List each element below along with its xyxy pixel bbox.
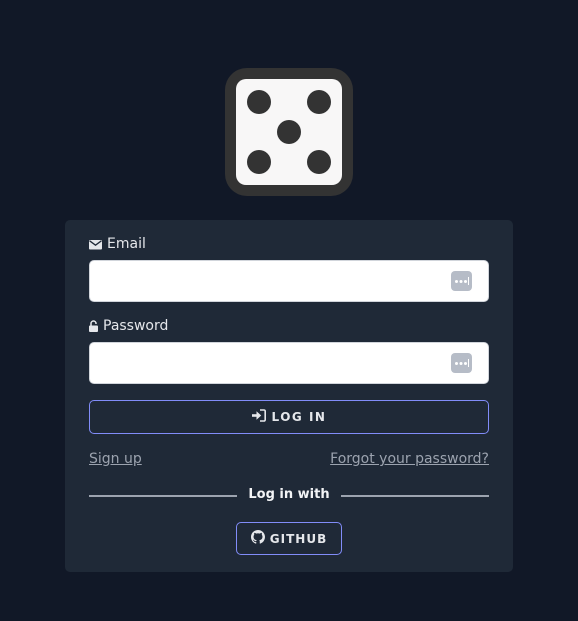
login-card: Email Password LOG IN Sign up Forgot you…: [65, 220, 513, 572]
email-label-text: Email: [107, 236, 146, 252]
email-field-wrapper: [89, 260, 489, 302]
password-label-text: Password: [103, 318, 169, 334]
sign-in-icon: [251, 409, 266, 425]
unlock-icon: [89, 320, 98, 332]
login-button-label: LOG IN: [271, 410, 327, 424]
password-label: Password: [89, 318, 168, 334]
divider-right: [341, 495, 489, 497]
divider-left: [89, 495, 237, 497]
envelope-icon: [89, 239, 102, 250]
github-button-label: GITHUB: [269, 531, 328, 546]
forgot-password-link[interactable]: Forgot your password?: [330, 451, 489, 467]
password-field-wrapper: [89, 342, 489, 384]
login-button[interactable]: LOG IN: [89, 400, 489, 434]
github-icon: [250, 530, 265, 547]
email-field[interactable]: [90, 261, 488, 301]
divider-label: Log in with: [248, 487, 330, 502]
dice-logo-icon: [225, 68, 353, 196]
password-manager-icon[interactable]: [451, 353, 472, 373]
github-login-button[interactable]: GITHUB: [236, 522, 342, 555]
password-manager-icon[interactable]: [451, 271, 472, 291]
signup-link[interactable]: Sign up: [89, 451, 142, 467]
password-field[interactable]: [90, 343, 488, 383]
email-label: Email: [89, 236, 146, 252]
login-page: Email Password LOG IN Sign up Forgot you…: [0, 0, 578, 621]
